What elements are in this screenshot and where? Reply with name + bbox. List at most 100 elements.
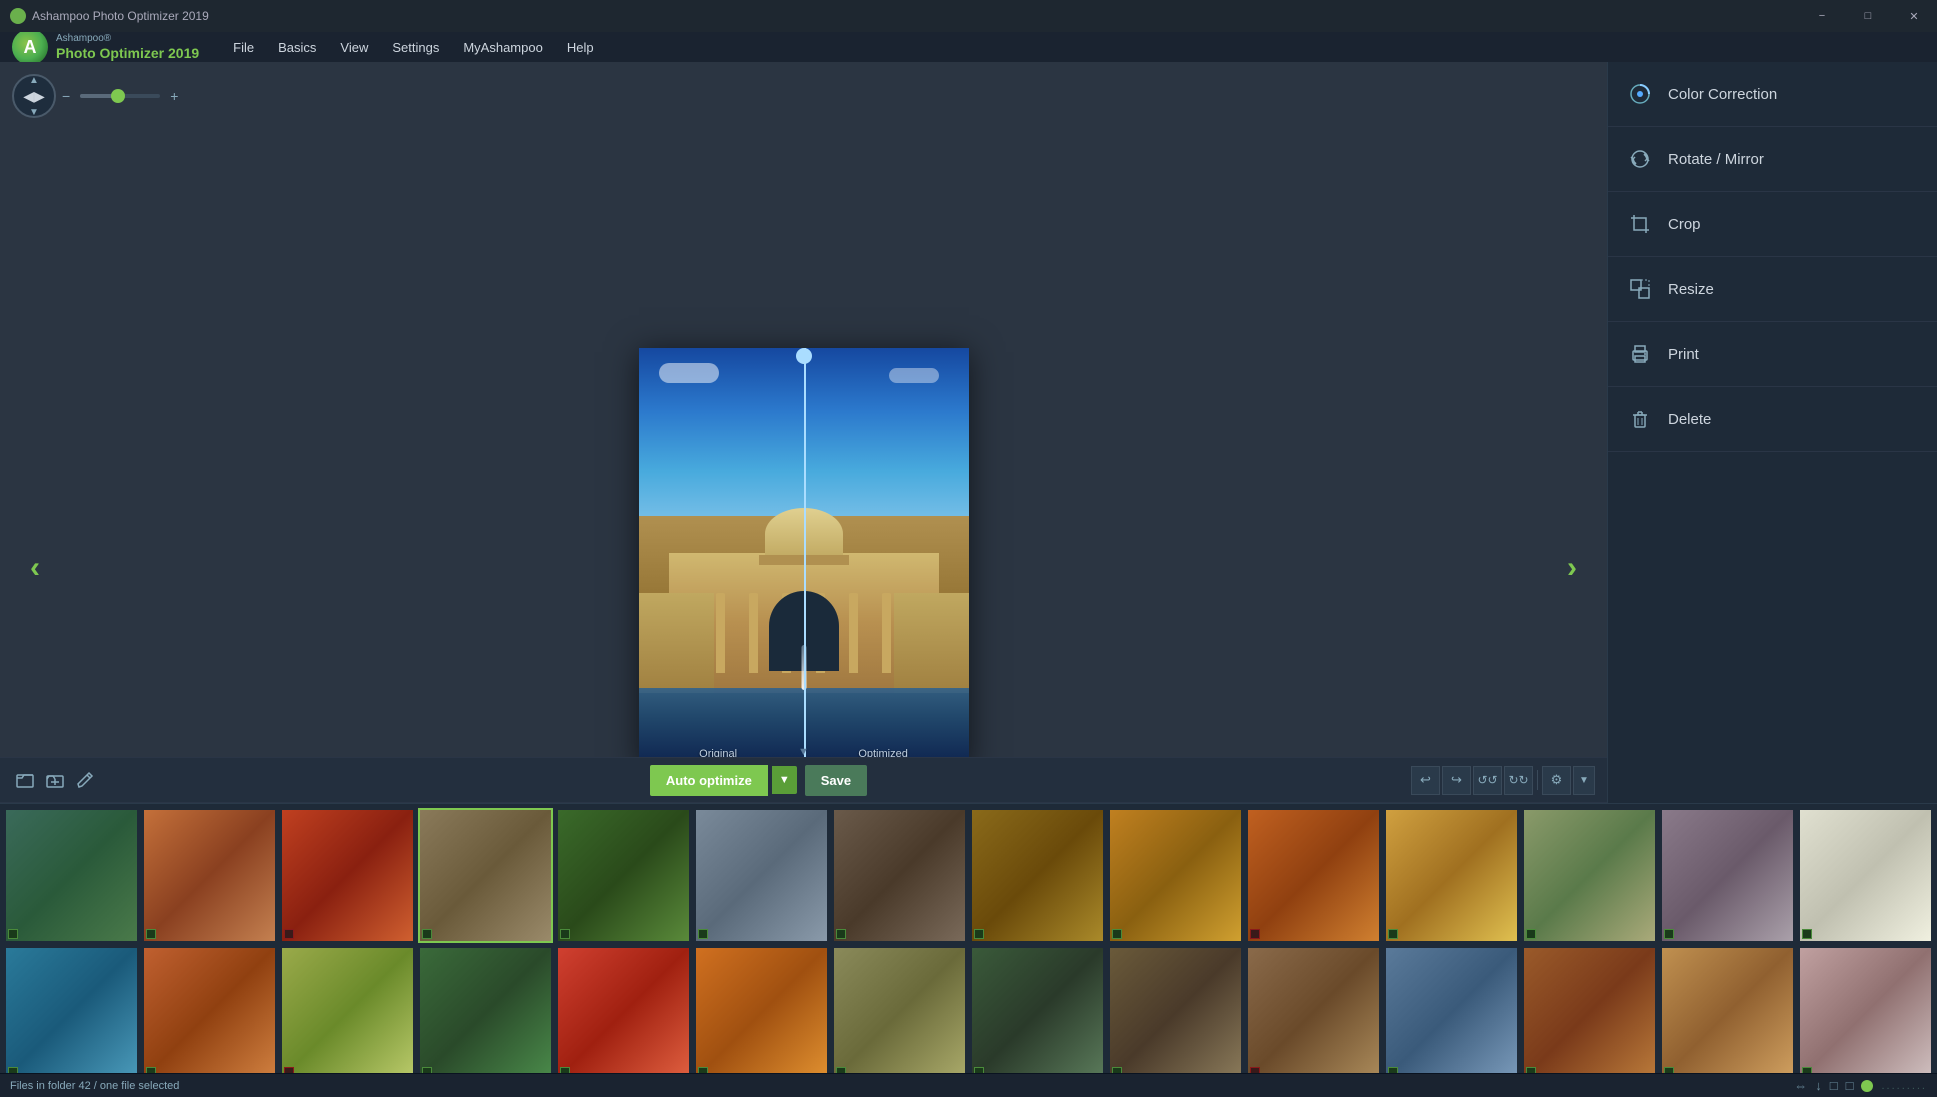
thumbnail-item[interactable] <box>1522 946 1657 1073</box>
menu-myashampoo[interactable]: MyAshampoo <box>451 32 554 62</box>
thumb-badge <box>8 929 18 939</box>
brand-name: Ashampoo® <box>56 33 199 45</box>
rotate-mirror-icon <box>1626 145 1654 173</box>
status-icon3: □ <box>1830 1078 1838 1093</box>
thumbnail-item[interactable] <box>142 808 277 943</box>
thumbnail-item[interactable] <box>694 808 829 943</box>
auto-optimize-button[interactable]: Auto optimize <box>650 765 768 796</box>
open-folder-button[interactable] <box>42 767 68 793</box>
menu-file[interactable]: File <box>221 32 266 62</box>
undo-all-button[interactable]: ↺↺ <box>1473 766 1502 795</box>
thumbnail-item[interactable] <box>1108 946 1243 1073</box>
status-icon2: ↓ <box>1815 1078 1822 1093</box>
more-button[interactable]: ▼ <box>1573 766 1595 795</box>
thumb-badge <box>974 929 984 939</box>
app-icon <box>10 8 26 24</box>
thumbnail-item[interactable] <box>1246 946 1381 1073</box>
print-item[interactable]: Print <box>1608 322 1937 387</box>
resize-item[interactable]: Resize <box>1608 257 1937 322</box>
thumb-badge <box>1526 929 1536 939</box>
zoom-minus-label: − <box>62 88 70 104</box>
thumb-image <box>972 810 1103 941</box>
auto-optimize-dropdown[interactable]: ▼ <box>772 766 797 794</box>
next-image-button[interactable]: › <box>1552 538 1592 598</box>
strip-scroll-container[interactable] <box>0 804 1937 1073</box>
restore-button[interactable]: □ <box>1845 0 1891 32</box>
settings-button[interactable]: ⚙ <box>1542 766 1571 795</box>
rotate-mirror-item[interactable]: Rotate / Mirror <box>1608 127 1937 192</box>
window-title: Ashampoo Photo Optimizer 2019 <box>32 9 209 23</box>
edit-controls: ↩ ↪ ↺↺ ↻↻ ⚙ ▼ <box>1411 766 1595 795</box>
thumb-image <box>696 948 827 1073</box>
delete-icon <box>1626 405 1654 433</box>
menu-help[interactable]: Help <box>555 32 606 62</box>
delete-item[interactable]: Delete <box>1608 387 1937 452</box>
thumbnail-item[interactable] <box>142 946 277 1073</box>
resize-label: Resize <box>1668 281 1714 298</box>
menu-items: File Basics View Settings MyAshampoo Hel… <box>221 32 605 62</box>
thumb-image <box>1800 948 1931 1073</box>
thumb-image <box>1524 810 1655 941</box>
thumbnail-item[interactable] <box>1660 946 1795 1073</box>
crop-label: Crop <box>1668 216 1701 233</box>
thumbnail-item[interactable] <box>418 946 553 1073</box>
menu-basics[interactable]: Basics <box>266 32 328 62</box>
zoom-plus-label: + <box>170 88 178 104</box>
save-button[interactable]: Save <box>805 765 867 796</box>
thumbnail-item[interactable] <box>280 946 415 1073</box>
thumbnail-item[interactable] <box>556 946 691 1073</box>
thumb-badge <box>836 929 846 939</box>
thumbnail-item[interactable] <box>1660 808 1795 943</box>
cloud1 <box>659 363 719 383</box>
nav-up-icon: ▲ <box>29 75 39 86</box>
minimize-button[interactable]: − <box>1799 0 1845 32</box>
zoom-thumb[interactable] <box>111 89 125 103</box>
thumbnail-item[interactable] <box>280 808 415 943</box>
photo-canvas: Original Optimized <box>639 348 969 768</box>
thumb-image <box>1386 810 1517 941</box>
thumb-image <box>1662 810 1793 941</box>
status-indicator <box>1861 1080 1873 1092</box>
zoom-nav-button[interactable]: ▲ ◀▶ ▼ <box>12 74 56 118</box>
thumbnail-item[interactable] <box>970 946 1105 1073</box>
thumbnail-item[interactable] <box>1108 808 1243 943</box>
thumb-image <box>1110 948 1241 1073</box>
thumbnail-item[interactable] <box>970 808 1105 943</box>
menu-view[interactable]: View <box>328 32 380 62</box>
thumb-image <box>558 948 689 1073</box>
building-right-wing <box>894 593 969 693</box>
menubar: A Ashampoo® Photo Optimizer 2019 File Ba… <box>0 32 1937 62</box>
thumbnail-item[interactable] <box>832 808 967 943</box>
thumbnail-item[interactable] <box>1522 808 1657 943</box>
undo2-button[interactable]: ↪ <box>1442 766 1471 795</box>
close-button[interactable]: ✕ <box>1891 0 1937 32</box>
thumbnail-item[interactable] <box>4 808 139 943</box>
thumbnail-item[interactable] <box>1798 808 1933 943</box>
open-file-button[interactable] <box>12 767 38 793</box>
thumb-image <box>1248 810 1379 941</box>
color-correction-label: Color Correction <box>1668 86 1777 103</box>
thumbnail-item[interactable] <box>1246 808 1381 943</box>
crop-item[interactable]: Crop <box>1608 192 1937 257</box>
thumbnail-item[interactable] <box>1384 946 1519 1073</box>
thumb-image <box>558 810 689 941</box>
undo-button[interactable]: ↩ <box>1411 766 1440 795</box>
thumbnail-item[interactable] <box>4 946 139 1073</box>
prev-image-button[interactable]: ‹ <box>15 538 55 598</box>
thumbnail-item[interactable] <box>556 808 691 943</box>
menu-settings[interactable]: Settings <box>380 32 451 62</box>
thumbnail-item[interactable] <box>1384 808 1519 943</box>
redo-all-button[interactable]: ↻↻ <box>1504 766 1533 795</box>
brush-tool-button[interactable] <box>72 767 98 793</box>
split-handle[interactable] <box>796 348 812 364</box>
thumbnail-item[interactable] <box>418 808 553 943</box>
thumb-image <box>1110 810 1241 941</box>
color-correction-item[interactable]: Color Correction <box>1608 62 1937 127</box>
thumbnail-item[interactable] <box>832 946 967 1073</box>
thumb-image <box>1662 948 1793 1073</box>
thumbnail-item[interactable] <box>694 946 829 1073</box>
zoom-slider[interactable] <box>80 94 160 98</box>
nav-down-icon: ▼ <box>29 107 39 118</box>
thumbnail-item[interactable] <box>1798 946 1933 1073</box>
app-logo: A Ashampoo® Photo Optimizer 2019 <box>0 32 211 62</box>
